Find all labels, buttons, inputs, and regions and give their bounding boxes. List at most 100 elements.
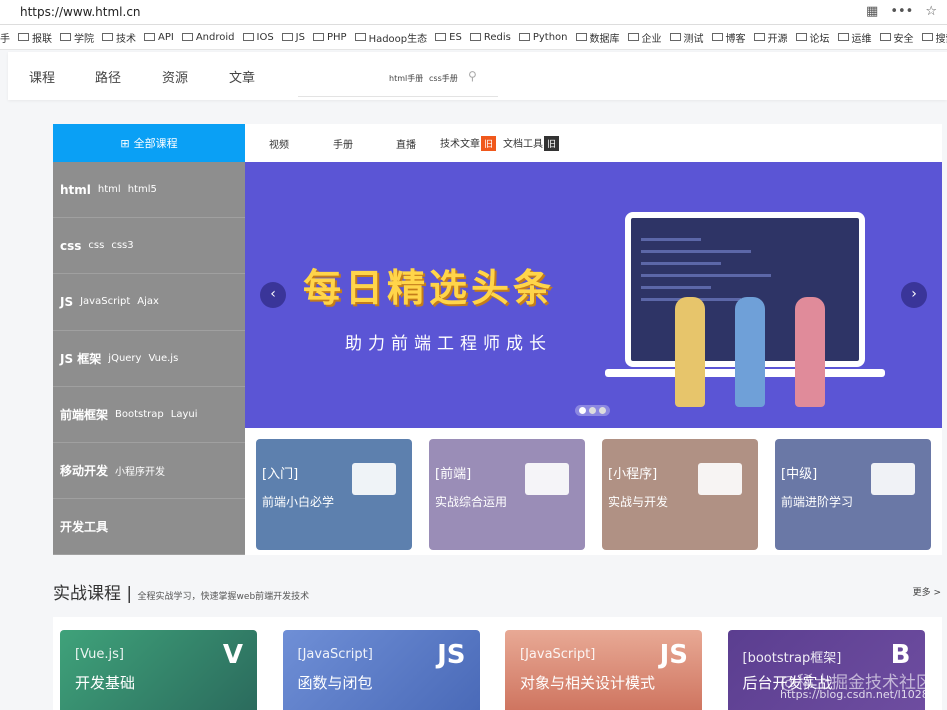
bookmark-item[interactable]: 手	[0, 30, 10, 45]
category-sub-link[interactable]: css	[88, 240, 104, 251]
level-card[interactable]: [前端] 实战综合运用	[429, 439, 585, 550]
tab-live[interactable]: 直播	[396, 136, 416, 151]
carousel-prev-button[interactable]: ‹	[260, 282, 286, 308]
star-icon[interactable]: ☆	[925, 4, 937, 19]
tab-video[interactable]: 视频	[269, 136, 289, 151]
bookmark-item[interactable]: 数据库	[575, 30, 620, 45]
bookmark-item[interactable]: 开源	[753, 30, 788, 45]
grid-icon: ⊞	[120, 136, 130, 150]
category-sub-link[interactable]: JavaScript	[80, 296, 130, 307]
tab-doc-tools[interactable]: 文档工具旧	[503, 135, 560, 151]
bookmark-item[interactable]: 安全	[879, 30, 914, 45]
carousel-dots[interactable]	[575, 405, 610, 416]
card-title: 对象与相关设计模式	[520, 674, 656, 692]
bookmark-item[interactable]: IOS	[242, 31, 274, 43]
nav-articles[interactable]: 文章	[229, 67, 255, 86]
sidebar-category[interactable]: 开发工具	[53, 499, 245, 556]
nav-courses[interactable]: 课程	[29, 67, 55, 86]
bookmark-item[interactable]: 运维	[837, 30, 872, 45]
carousel-next-button[interactable]: ›	[901, 282, 927, 308]
sidebar-category[interactable]: 前端框架 Bootstrap Layui	[53, 387, 245, 443]
practice-card[interactable]: [JavaScript] 对象与相关设计模式 JS	[505, 630, 702, 710]
category-title: 移动开发	[60, 464, 109, 479]
bookmark-item[interactable]: PHP	[312, 31, 347, 43]
qr-icon[interactable]: ▦	[866, 4, 878, 19]
bookmark-item[interactable]: 技术	[102, 30, 136, 45]
sidebar-category[interactable]: JS 框架 jQuery Vue.js	[53, 331, 245, 387]
category-sub-link[interactable]: html	[98, 184, 121, 195]
url-text[interactable]: https://www.html.cn	[20, 5, 141, 19]
bookmark-item[interactable]: 报联	[18, 30, 52, 45]
category-sub-link[interactable]: Bootstrap	[115, 409, 164, 420]
bookmark-label: PHP	[326, 31, 347, 43]
practice-card[interactable]: [Vue.js] 开发基础 V	[60, 630, 257, 710]
sidebar-category[interactable]: 移动开发 小程序开发	[53, 443, 245, 500]
more-link[interactable]: 更多 >	[913, 585, 941, 598]
sidebar-category[interactable]: css css css3	[53, 218, 245, 275]
bookmark-label: IOS	[256, 31, 274, 43]
bookmark-item[interactable]: 搜索	[921, 30, 947, 45]
card-tag: [中级]	[781, 467, 818, 482]
bookmark-item[interactable]: 学院	[60, 30, 94, 45]
folder-icon	[753, 33, 765, 41]
bookmark-label: 开源	[767, 33, 788, 45]
bookmark-label: 报联	[32, 33, 52, 45]
category-sub-link[interactable]: Vue.js	[148, 353, 178, 364]
search-icon[interactable]: ⚲	[468, 69, 477, 83]
section-subtitle: 全程实战学习，快速掌握web前端开发技术	[137, 592, 310, 602]
category-sub-link[interactable]: jQuery	[108, 353, 141, 364]
bookmark-item[interactable]: 企业	[627, 30, 662, 45]
tab-articles[interactable]: 技术文章旧	[440, 135, 497, 151]
all-courses-button[interactable]: ⊞ 全部课程	[53, 124, 245, 162]
bookmark-item[interactable]: Hadoop生态	[354, 30, 427, 45]
bookmark-label: API	[158, 31, 174, 43]
folder-icon	[669, 33, 681, 41]
card-tag: [Vue.js]	[75, 647, 124, 662]
search-underline	[298, 96, 498, 97]
bookmark-label: 搜索	[935, 33, 947, 45]
address-bar[interactable]: https://www.html.cn ▦ ••• ☆	[0, 0, 947, 25]
bookmarks-bar: 手 报联 学院 技术 API Android IOS JS PHP Hadoop生态 ES Redis…	[0, 25, 947, 50]
sidebar-category[interactable]: JS JavaScript Ajax	[53, 274, 245, 331]
bookmark-item[interactable]: API	[144, 32, 174, 43]
hot-html-manual[interactable]: html手册	[389, 73, 423, 84]
tab-manual[interactable]: 手册	[333, 136, 353, 151]
bookmark-label: 数据库	[589, 33, 620, 45]
card-title: 函数与闭包	[297, 674, 373, 692]
bookmark-item[interactable]: 论坛	[795, 30, 830, 45]
category-sub-link[interactable]: Ajax	[137, 296, 159, 307]
category-sub-link[interactable]: css3	[111, 240, 133, 251]
bookmark-item[interactable]: Python	[518, 32, 568, 43]
level-card[interactable]: [小程序] 实战与开发	[602, 439, 758, 550]
bookmark-label: 技术	[116, 33, 136, 45]
folder-icon	[469, 33, 481, 41]
category-sub-link[interactable]: Layui	[171, 409, 198, 420]
nav-resources[interactable]: 资源	[162, 67, 188, 86]
bookmark-item[interactable]: Android	[181, 31, 235, 43]
bookmark-label: 安全	[893, 33, 914, 45]
card-illustration-icon	[525, 463, 569, 495]
nav-paths[interactable]: 路径	[95, 67, 121, 86]
more-icon[interactable]: •••	[890, 4, 913, 19]
bookmark-item[interactable]: 测试	[669, 30, 704, 45]
category-sub-link[interactable]: 小程序开发	[115, 463, 165, 478]
bookmark-item[interactable]: 博客	[711, 30, 746, 45]
category-sub-link[interactable]: html5	[128, 184, 157, 195]
bookmark-item[interactable]: ES	[435, 32, 462, 43]
level-card[interactable]: [入门] 前端小白必学	[256, 439, 412, 550]
hot-css-manual[interactable]: css手册	[429, 73, 458, 84]
card-tag: [前端]	[435, 467, 472, 482]
sidebar-category[interactable]: html html html5	[53, 162, 245, 219]
folder-icon	[795, 33, 807, 41]
bookmark-label: Android	[195, 31, 235, 43]
bookmark-item[interactable]: JS	[281, 32, 305, 43]
banner-carousel[interactable]: 每日精选头条 助力前端工程师成长 ‹ ›	[245, 162, 942, 428]
bookmark-label: 企业	[641, 33, 662, 45]
card-text: 实战与开发	[608, 495, 669, 509]
bookmark-item[interactable]: Redis	[469, 32, 511, 43]
old-badge: 旧	[481, 136, 497, 151]
folder-icon	[312, 33, 324, 41]
level-card[interactable]: [中级] 前端进阶学习	[775, 439, 931, 550]
card-tag: [JavaScript]	[520, 647, 596, 662]
practice-card[interactable]: [JavaScript] 函数与闭包 JS	[282, 630, 480, 710]
